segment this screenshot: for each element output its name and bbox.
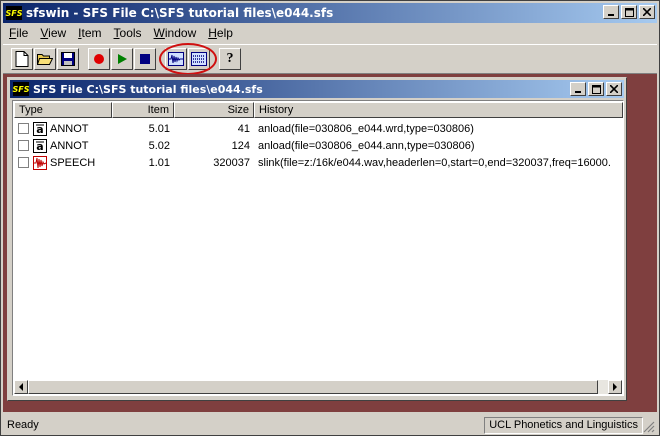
save-button[interactable] [57, 48, 79, 70]
annotation-icon: a [33, 121, 47, 136]
play-button[interactable] [111, 48, 133, 70]
horizontal-scrollbar[interactable] [14, 380, 622, 394]
row-size: 124 [231, 139, 250, 152]
annotation-icon: a [33, 138, 47, 153]
status-bar: Ready UCL Phonetics and Linguistics [3, 415, 657, 435]
maximize-button[interactable] [621, 5, 637, 19]
row-history: anload(file=030806_e044.ann,type=030806) [258, 139, 475, 152]
row-checkbox[interactable] [18, 123, 29, 134]
save-disk-icon [61, 52, 75, 66]
child-title-bar[interactable]: SFS SFS File C:\SFS tutorial files\e044.… [10, 80, 624, 98]
menu-window[interactable]: Window [148, 26, 203, 40]
minimize-icon [575, 91, 581, 93]
spectrogram-display-button[interactable] [188, 48, 210, 70]
scroll-thumb[interactable] [28, 380, 598, 394]
play-icon [118, 54, 127, 64]
child-close-button[interactable] [606, 82, 622, 96]
toolbar: ? [3, 44, 657, 74]
maximize-icon [624, 7, 634, 17]
help-button[interactable]: ? [219, 48, 241, 70]
row-checkbox[interactable] [18, 157, 29, 168]
window-title: sfswin - SFS File C:\SFS tutorial files\… [26, 6, 334, 20]
menu-bar: File View Item Tools Window Help [3, 24, 657, 42]
column-header-history[interactable]: History [254, 102, 623, 118]
waveform-display-icon [168, 52, 184, 66]
menu-item[interactable]: Item [72, 26, 107, 40]
table-row[interactable]: a ANNOT 5.01 41 anload(file=030806_e044.… [14, 120, 623, 137]
table-row[interactable]: SPEECH 1.01 320037 slink(file=z:/16k/e04… [14, 154, 623, 171]
close-button[interactable] [639, 5, 655, 19]
child-window-title: SFS File C:\SFS tutorial files\e044.sfs [33, 82, 263, 96]
row-type: SPEECH [50, 156, 96, 169]
main-window: SFS sfswin - SFS File C:\SFS tutorial fi… [0, 0, 660, 436]
resize-grip-icon[interactable] [643, 421, 655, 433]
new-file-icon [15, 51, 29, 67]
close-icon [610, 85, 618, 93]
open-folder-button[interactable] [34, 48, 56, 70]
status-text: Ready [7, 419, 39, 431]
new-file-button[interactable] [11, 48, 33, 70]
menu-file[interactable]: File [3, 26, 34, 40]
arrow-left-icon [19, 383, 23, 391]
column-header-size[interactable]: Size [174, 102, 254, 118]
close-icon [643, 8, 651, 16]
row-size: 41 [237, 122, 250, 135]
row-item: 1.01 [148, 156, 170, 169]
child-sfs-icon[interactable]: SFS [13, 82, 30, 96]
status-organization: UCL Phonetics and Linguistics [484, 416, 643, 434]
child-maximize-button[interactable] [588, 82, 604, 96]
record-button[interactable] [88, 48, 110, 70]
column-header-type[interactable]: Type [14, 102, 112, 118]
row-history: anload(file=030806_e044.wrd,type=030806) [258, 122, 474, 135]
column-header-item[interactable]: Item [112, 102, 174, 118]
arrow-right-icon [613, 383, 617, 391]
row-item: 5.02 [148, 139, 170, 152]
row-checkbox[interactable] [18, 140, 29, 151]
item-list-view[interactable]: Type Item Size History a ANNOT 5.01 41 a… [12, 100, 624, 396]
title-bar[interactable]: SFS sfswin - SFS File C:\SFS tutorial fi… [3, 3, 657, 23]
menu-help[interactable]: Help [202, 26, 239, 40]
scroll-right-button[interactable] [608, 380, 622, 394]
minimize-button[interactable] [603, 5, 619, 19]
scroll-left-button[interactable] [14, 380, 28, 394]
table-row[interactable]: a ANNOT 5.02 124 anload(file=030806_e044… [14, 137, 623, 154]
speech-waveform-icon [33, 155, 47, 170]
child-minimize-button[interactable] [570, 82, 586, 96]
spectrogram-display-icon [191, 52, 207, 66]
menu-view[interactable]: View [34, 26, 72, 40]
scroll-track[interactable] [28, 380, 608, 394]
help-icon: ? [226, 51, 234, 66]
list-header: Type Item Size History [14, 102, 623, 118]
menu-tools[interactable]: Tools [108, 26, 148, 40]
record-icon [94, 54, 104, 64]
open-folder-icon [37, 54, 53, 65]
row-history: slink(file=z:/16k/e044.wav,headerlen=0,s… [258, 156, 611, 169]
sfs-app-icon[interactable]: SFS [6, 6, 23, 20]
maximize-icon [591, 84, 601, 94]
row-type: ANNOT [50, 139, 89, 152]
minimize-icon [608, 14, 614, 16]
sfs-file-child-window: SFS SFS File C:\SFS tutorial files\e044.… [7, 77, 627, 401]
stop-icon [140, 54, 150, 64]
waveform-display-button[interactable] [165, 48, 187, 70]
row-type: ANNOT [50, 122, 89, 135]
row-item: 5.01 [148, 122, 170, 135]
stop-button[interactable] [134, 48, 156, 70]
row-size: 320037 [213, 156, 250, 169]
